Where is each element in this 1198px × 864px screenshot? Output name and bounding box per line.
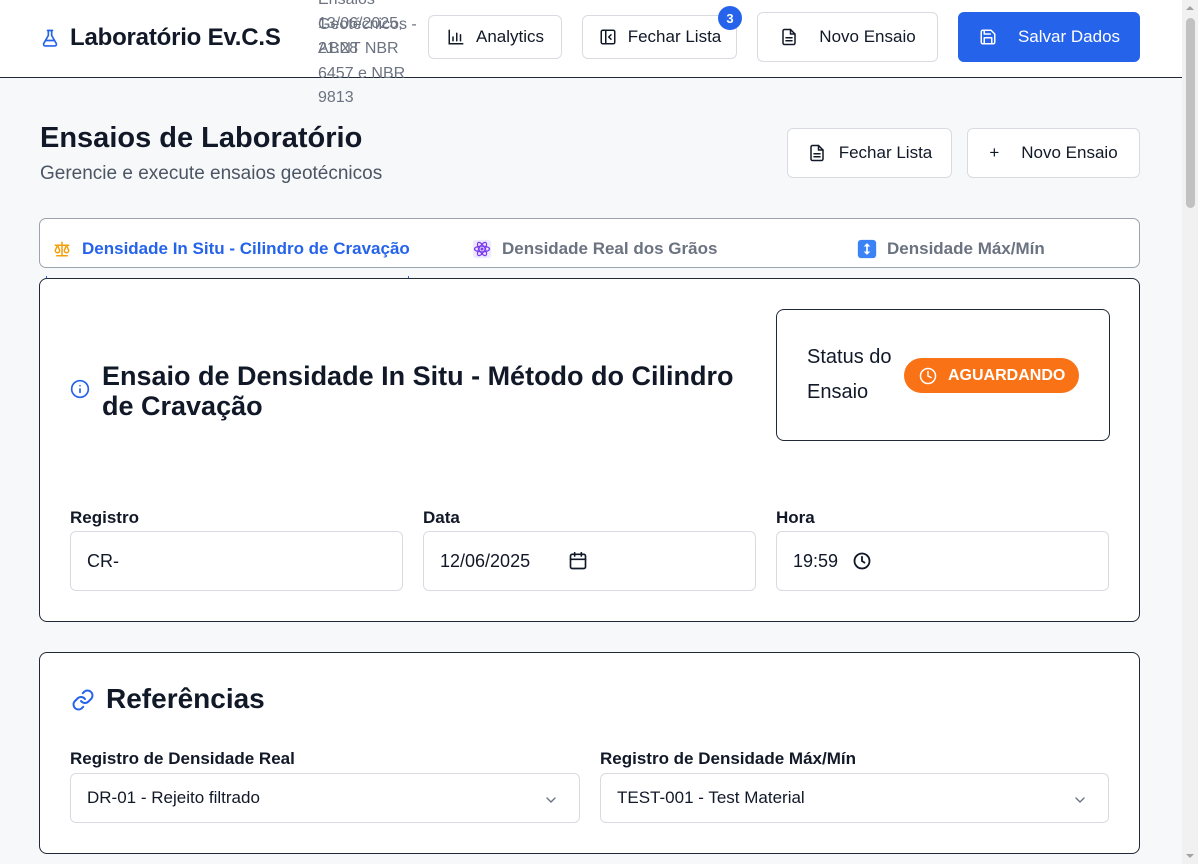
page-title: Ensaios de Laboratório	[40, 122, 363, 154]
close-list-button[interactable]: Fechar Lista	[787, 128, 952, 178]
page-subtitle: Gerencie e execute ensaios geotécnicos	[40, 163, 383, 184]
page-scrollbar[interactable]	[1182, 0, 1198, 864]
tab-densidade-max-min[interactable]: Densidade Máx/Mín	[857, 239, 1045, 259]
tab-label: Densidade Máx/Mín	[887, 239, 1045, 258]
tab-densidade-in-situ[interactable]: Densidade In Situ - Cilindro de Cravação	[52, 239, 410, 259]
tab-label: Densidade In Situ - Cilindro de Cravação	[82, 239, 410, 258]
chevron-down-icon	[1070, 790, 1090, 810]
app-header: Laboratório Ev.C.S Ensaios Geotécnicos -…	[0, 0, 1182, 106]
status-value: AGUARDANDO	[948, 366, 1066, 384]
data-label: Data	[423, 508, 460, 527]
document-icon	[807, 143, 827, 163]
status-label: Status do Ensaio	[807, 346, 892, 403]
header-subtitle-datetime: 13/06/2025, 21:28	[318, 15, 403, 57]
registro-label: Registro	[70, 508, 139, 527]
tab-densidade-real[interactable]: Densidade Real dos Grãos	[472, 239, 717, 259]
hora-label: Hora	[776, 508, 815, 527]
new-test-header-button[interactable]: Novo Ensaio	[757, 12, 938, 62]
real-density-select[interactable]: DR-01 - Rejeito filtrado	[70, 773, 580, 823]
analytics-button[interactable]: Analytics	[428, 15, 562, 59]
clock-icon	[918, 366, 938, 386]
scroll-up-arrow-icon[interactable]	[1186, 4, 1194, 12]
new-test-label: Novo Ensaio	[1021, 143, 1118, 162]
test-type-tabs: Densidade In Situ - Cilindro de Cravação…	[39, 218, 1140, 292]
close-list-header-button[interactable]: Fechar Lista 3	[582, 6, 742, 59]
chevron-down-icon	[541, 790, 561, 810]
maxmin-density-value: TEST-001 - Test Material	[617, 788, 805, 807]
calendar-icon[interactable]	[568, 551, 588, 571]
close-list-label: Fechar Lista	[838, 143, 933, 162]
bar-chart-icon	[446, 27, 466, 47]
save-icon	[978, 27, 998, 47]
real-density-value: DR-01 - Rejeito filtrado	[87, 788, 260, 807]
brand[interactable]: Laboratório Ev.C.S	[40, 24, 281, 52]
save-data-button[interactable]: Salvar Dados	[958, 12, 1140, 62]
brand-title: Laboratório Ev.C.S	[70, 24, 281, 51]
analytics-label: Analytics	[475, 27, 545, 46]
document-icon	[779, 27, 799, 47]
link-icon	[70, 687, 96, 713]
scroll-down-arrow-icon[interactable]	[1186, 852, 1194, 860]
tab-label: Densidade Real dos Grãos	[502, 239, 718, 258]
save-data-label: Salvar Dados	[1017, 27, 1121, 46]
time-input[interactable]: 19:59	[776, 531, 1109, 591]
new-test-button[interactable]: + Novo Ensaio	[967, 128, 1140, 178]
date-input[interactable]: 12/06/2025	[423, 531, 756, 591]
clock-icon[interactable]	[852, 551, 872, 571]
registro-value: CR-	[87, 550, 119, 571]
plus-icon: +	[989, 143, 1000, 162]
maxmin-density-select[interactable]: TEST-001 - Test Material	[600, 773, 1109, 823]
close-list-count-badge: 3	[718, 6, 742, 30]
status-badge: AGUARDANDO	[904, 358, 1080, 393]
new-test-header-label: Novo Ensaio	[819, 27, 916, 46]
atom-icon	[472, 239, 492, 259]
info-icon	[70, 379, 90, 399]
up-down-arrow-icon	[857, 239, 877, 259]
panel-collapse-icon	[598, 27, 618, 47]
real-density-label: Registro de Densidade Real	[70, 749, 295, 768]
test-title: Ensaio de Densidade In Situ - Método do …	[102, 361, 734, 421]
scrollbar-thumb[interactable]	[1186, 18, 1195, 208]
status-panel: Status do Ensaio AGUARDANDO	[776, 309, 1110, 441]
registro-input[interactable]: CR-	[70, 531, 403, 591]
references-title: Referências	[106, 683, 265, 714]
references-card: Referências Registro de Densidade Real D…	[39, 652, 1140, 854]
close-list-header-label: Fechar Lista	[627, 27, 722, 46]
flask-icon	[40, 28, 60, 48]
time-value: 19:59	[793, 550, 839, 571]
header-subtitle: Ensaios Geotécnicos - ABNT NBR 6457 e NB…	[318, 0, 418, 120]
maxmin-density-label: Registro de Densidade Máx/Mín	[600, 749, 856, 768]
scale-icon	[52, 239, 72, 259]
date-value: 12/06/2025	[440, 550, 531, 571]
test-card: Ensaio de Densidade In Situ - Método do …	[39, 278, 1140, 622]
